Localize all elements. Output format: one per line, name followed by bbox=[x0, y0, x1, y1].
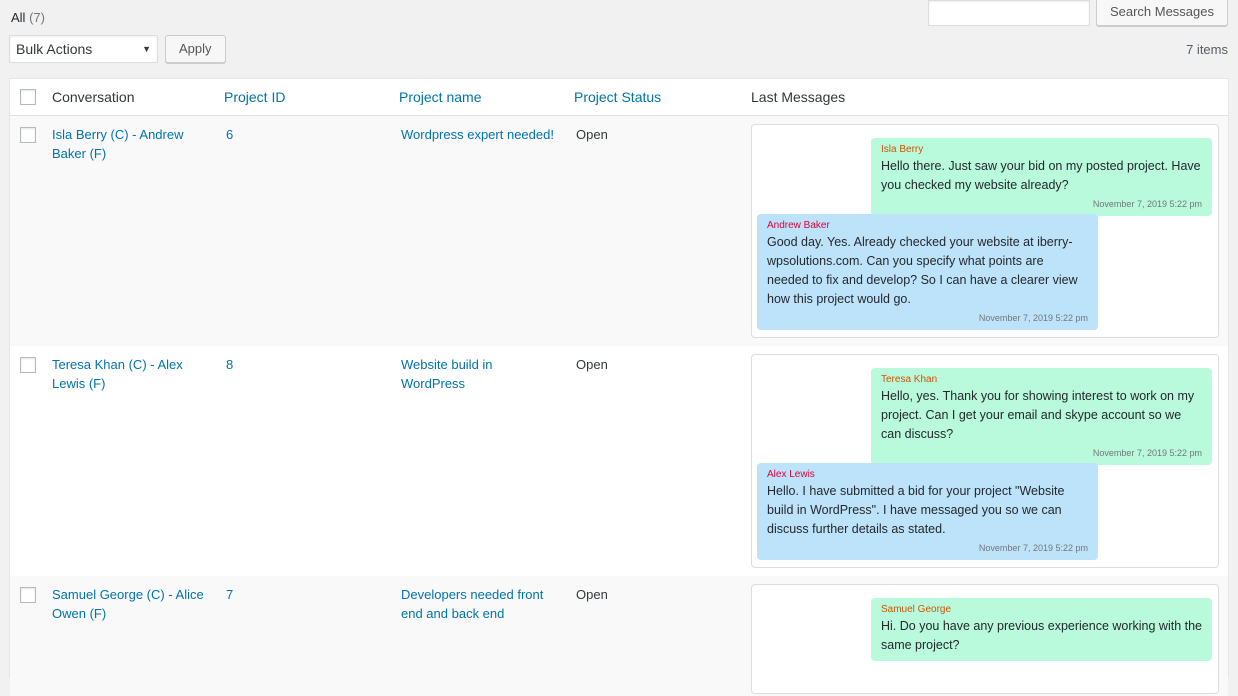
conversation-link[interactable]: Isla Berry (C) - Andrew Baker (F) bbox=[52, 125, 202, 163]
project-status: Open bbox=[576, 587, 608, 602]
message-text: Hi. Do you have any previous experience … bbox=[881, 619, 1203, 652]
conversation-link[interactable]: Teresa Khan (C) - Alex Lewis (F) bbox=[52, 355, 202, 393]
table-row: Samuel George (C) - Alice Owen (F) 7 Dev… bbox=[10, 576, 1228, 696]
filter-all-count: (7) bbox=[29, 10, 45, 25]
message-bubble: Isla Berry Hello there. Just saw your bi… bbox=[871, 138, 1212, 216]
bulk-actions-selected: Bulk Actions bbox=[16, 41, 93, 57]
project-status: Open bbox=[576, 357, 608, 372]
table-header: Conversation Project ID Project name Pro… bbox=[10, 79, 1228, 116]
search-input[interactable] bbox=[927, 0, 1090, 26]
table-row: Teresa Khan (C) - Alex Lewis (F) 8 Websi… bbox=[10, 346, 1228, 576]
bulk-actions-select[interactable]: Bulk Actions ▼ bbox=[9, 35, 158, 63]
search-messages-button[interactable]: Search Messages bbox=[1095, 0, 1228, 26]
row-checkbox[interactable] bbox=[20, 127, 36, 143]
message-bubble: Samuel George Hi. Do you have any previo… bbox=[871, 598, 1212, 661]
message-time: November 7, 2019 5:22 pm bbox=[978, 543, 1088, 553]
row-checkbox[interactable] bbox=[20, 357, 36, 373]
project-id-link[interactable]: 7 bbox=[226, 585, 233, 604]
message-text: Hello, yes. Thank you for showing intere… bbox=[881, 389, 1195, 441]
message-text: Good day. Yes. Already checked your webs… bbox=[767, 235, 1078, 306]
message-bubble: Alex Lewis Hello. I have submitted a bid… bbox=[757, 463, 1098, 560]
message-thread: Isla Berry Hello there. Just saw your bi… bbox=[751, 124, 1219, 338]
conversations-table: Conversation Project ID Project name Pro… bbox=[9, 78, 1229, 696]
chevron-down-icon: ▼ bbox=[142, 44, 151, 54]
select-all-checkbox[interactable] bbox=[20, 89, 36, 105]
message-text: Hello. I have submitted a bid for your p… bbox=[767, 484, 1065, 536]
column-project-name[interactable]: Project name bbox=[399, 89, 481, 105]
message-author: Samuel George bbox=[881, 604, 952, 615]
table-row: Isla Berry (C) - Andrew Baker (F) 6 Word… bbox=[10, 116, 1228, 346]
project-name-link[interactable]: Website build in WordPress bbox=[401, 355, 521, 393]
project-name-link[interactable]: Wordpress expert needed! bbox=[401, 125, 561, 144]
items-count: 7 items bbox=[1186, 42, 1228, 57]
message-author: Andrew Baker bbox=[767, 220, 830, 231]
message-text: Hello there. Just saw your bid on my pos… bbox=[881, 159, 1201, 192]
status-filter: All (7) bbox=[11, 10, 45, 25]
project-status: Open bbox=[576, 127, 608, 142]
column-last-messages: Last Messages bbox=[751, 89, 846, 105]
message-bubble: Andrew Baker Good day. Yes. Already chec… bbox=[757, 214, 1098, 330]
message-author: Isla Berry bbox=[881, 144, 924, 155]
message-time: November 7, 2019 5:22 pm bbox=[1092, 199, 1202, 209]
message-time: November 7, 2019 5:22 pm bbox=[978, 313, 1088, 323]
message-author: Teresa Khan bbox=[881, 374, 938, 385]
column-project-status[interactable]: Project Status bbox=[574, 89, 661, 105]
project-id-link[interactable]: 6 bbox=[226, 125, 233, 144]
column-project-id[interactable]: Project ID bbox=[224, 89, 285, 105]
bulk-actions: Bulk Actions ▼ Apply bbox=[9, 35, 226, 63]
project-id-link[interactable]: 8 bbox=[226, 355, 233, 374]
row-checkbox[interactable] bbox=[20, 587, 36, 603]
column-conversation: Conversation bbox=[52, 89, 135, 105]
apply-button[interactable]: Apply bbox=[165, 35, 226, 63]
message-bubble: Teresa Khan Hello, yes. Thank you for sh… bbox=[871, 368, 1212, 465]
conversation-link[interactable]: Samuel George (C) - Alice Owen (F) bbox=[52, 585, 212, 623]
filter-all-link[interactable]: All bbox=[11, 10, 25, 25]
message-author: Alex Lewis bbox=[767, 469, 815, 480]
message-thread: Teresa Khan Hello, yes. Thank you for sh… bbox=[751, 354, 1219, 568]
search-box: Search Messages bbox=[927, 0, 1228, 26]
project-name-link[interactable]: Developers needed front end and back end bbox=[401, 585, 561, 623]
message-thread: Samuel George Hi. Do you have any previo… bbox=[751, 584, 1219, 694]
message-time: November 7, 2019 5:22 pm bbox=[1092, 448, 1202, 458]
